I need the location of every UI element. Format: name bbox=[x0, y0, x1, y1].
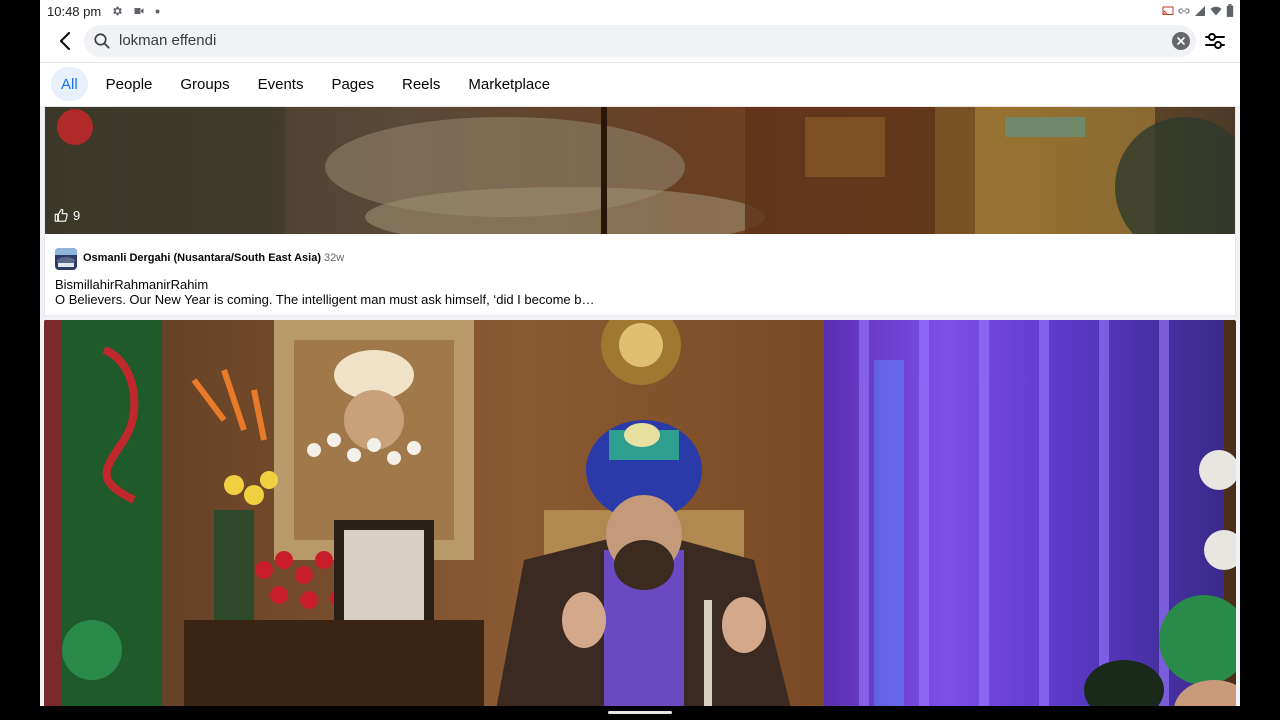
post-age: 32w bbox=[323, 252, 345, 264]
post-meta: Osmanli Dergahi (Nusantara/South East As… bbox=[45, 235, 1235, 315]
battery-icon bbox=[1226, 4, 1234, 17]
link-icon bbox=[1178, 8, 1190, 13]
post-photo-image bbox=[45, 107, 1235, 234]
tab-pages[interactable]: Pages bbox=[321, 67, 384, 101]
search-query-text: lokman effendi bbox=[119, 32, 217, 49]
search-input[interactable]: lokman effendi bbox=[84, 25, 1196, 57]
like-count[interactable]: 9 bbox=[54, 208, 80, 223]
avatar[interactable] bbox=[55, 248, 77, 270]
filter-tabs: All People Groups Events Pages Reels Mar… bbox=[51, 67, 568, 101]
cast-icon bbox=[1162, 6, 1174, 15]
post-author[interactable]: Osmanli Dergahi (Nusantara/South East As… bbox=[83, 252, 344, 264]
post-photo[interactable]: 9 bbox=[45, 107, 1235, 234]
app-screen: 10:48 pm lokman effendi All People Group… bbox=[40, 0, 1240, 706]
signal-icon bbox=[1195, 5, 1205, 16]
home-gesture-bar[interactable] bbox=[608, 711, 672, 714]
search-divider bbox=[40, 62, 1240, 63]
back-arrow-icon bbox=[60, 32, 70, 50]
filter-settings-icon[interactable] bbox=[1204, 31, 1226, 51]
back-button[interactable] bbox=[54, 30, 76, 52]
notification-dot-icon bbox=[155, 9, 160, 13]
tab-groups[interactable]: Groups bbox=[170, 67, 239, 101]
status-bar: 10:48 pm bbox=[40, 0, 1240, 22]
post-text-line-2: O Believers. Our New Year is coming. The… bbox=[55, 292, 595, 307]
author-name: Osmanli Dergahi (Nusantara/South East As… bbox=[83, 252, 321, 264]
tab-marketplace[interactable]: Marketplace bbox=[458, 67, 560, 101]
avatar-image bbox=[55, 248, 77, 270]
settings-icon bbox=[113, 6, 122, 16]
tab-reels[interactable]: Reels bbox=[392, 67, 450, 101]
tab-all[interactable]: All bbox=[51, 67, 88, 101]
video-camera-icon bbox=[134, 8, 144, 14]
status-time: 10:48 pm bbox=[47, 3, 102, 19]
tab-events[interactable]: Events bbox=[248, 67, 314, 101]
tab-people[interactable]: People bbox=[96, 67, 163, 101]
clear-search-button[interactable] bbox=[1172, 32, 1190, 50]
ceremony-photo-image bbox=[44, 320, 1236, 706]
like-count-value: 9 bbox=[73, 208, 81, 223]
search-row: lokman effendi bbox=[40, 22, 1240, 62]
search-icon bbox=[94, 33, 110, 49]
close-icon bbox=[1177, 37, 1185, 45]
wifi-icon bbox=[1210, 6, 1222, 15]
results-feed: 9 Osmanli Dergahi (Nusantara/South East … bbox=[40, 106, 1240, 706]
post-photo-large[interactable] bbox=[44, 320, 1236, 706]
post-card[interactable]: 9 Osmanli Dergahi (Nusantara/South East … bbox=[44, 106, 1236, 316]
post-text-line-1: BismillahirRahmanirRahim bbox=[55, 277, 209, 292]
thumbs-up-icon bbox=[54, 208, 68, 222]
